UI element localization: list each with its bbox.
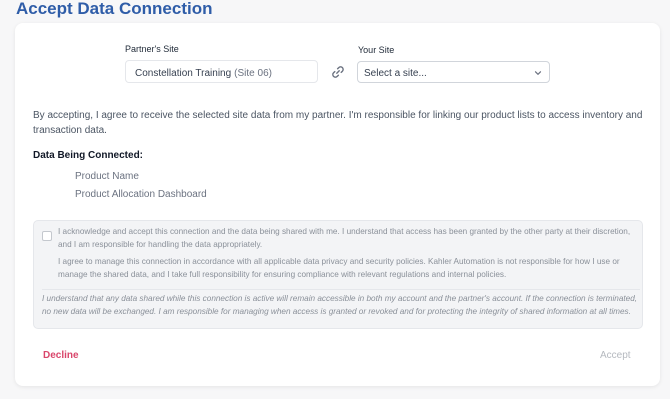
- data-section-heading: Data Being Connected:: [33, 150, 144, 161]
- connection-card: Partner's Site Your Site Constellation T…: [15, 23, 660, 386]
- your-site-select[interactable]: Select a site...: [357, 61, 550, 83]
- acknowledgement-note: I understand that any data shared while …: [42, 289, 640, 318]
- chevron-down-icon: [533, 68, 543, 78]
- page-title: Accept Data Connection: [16, 0, 213, 18]
- acknowledge-checkbox[interactable]: [42, 231, 52, 241]
- partner-site-name: Constellation Training: [135, 68, 232, 79]
- data-item-product-allocation-dashboard: Product Allocation Dashboard: [75, 189, 207, 200]
- partner-site-field: Constellation Training (Site 06): [125, 60, 318, 83]
- link-icon: [330, 64, 346, 80]
- acknowledgement-paragraph-2: I agree to manage this connection in acc…: [58, 257, 620, 279]
- data-item-product-name: Product Name: [75, 171, 139, 182]
- your-site-label: Your Site: [358, 45, 395, 55]
- acknowledgement-panel: I acknowledge and accept this connection…: [33, 220, 643, 329]
- intro-text: By accepting, I agree to receive the sel…: [33, 110, 643, 136]
- acknowledgement-paragraph-1: I acknowledge and accept this connection…: [58, 227, 631, 249]
- your-site-placeholder: Select a site...: [364, 68, 427, 79]
- partner-site-id: (Site 06): [234, 68, 272, 79]
- partner-site-label: Partner's Site: [125, 44, 179, 54]
- accept-button[interactable]: Accept: [600, 350, 631, 361]
- decline-button[interactable]: Decline: [43, 350, 79, 361]
